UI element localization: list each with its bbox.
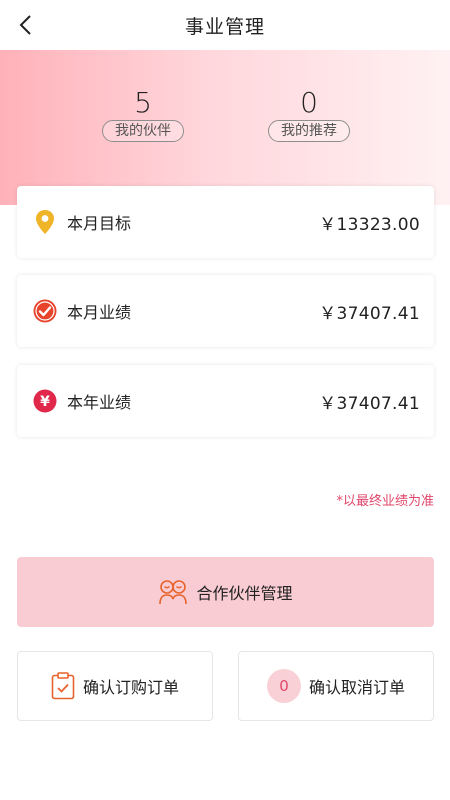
back-button[interactable] xyxy=(12,12,38,38)
yearly-performance-label: 本年业绩 xyxy=(67,393,132,412)
partners-label: 我的伙伴 xyxy=(102,120,184,142)
disclaimer-note: *以最终业绩为准 xyxy=(336,494,434,509)
svg-text:¥: ¥ xyxy=(40,394,50,410)
yen-circle-icon: ¥ xyxy=(33,389,57,413)
monthly-performance-amount: ￥37407.41 xyxy=(319,303,420,324)
confirm-order-button[interactable]: 确认订购订单 xyxy=(17,651,213,721)
location-pin-icon xyxy=(33,210,57,234)
recommend-stat[interactable]: 0 我的推荐 xyxy=(259,86,359,142)
confirm-cancel-button[interactable]: 0 确认取消订单 xyxy=(238,651,434,721)
navigation-bar: 事业管理 xyxy=(0,0,450,50)
recommend-label: 我的推荐 xyxy=(268,120,350,142)
page-title: 事业管理 xyxy=(184,15,265,38)
summary-banner: 5 我的伙伴 0 我的推荐 xyxy=(0,50,450,205)
partners-count: 5 xyxy=(134,86,152,119)
monthly-target-label: 本月目标 xyxy=(67,214,132,233)
recommend-count: 0 xyxy=(300,86,318,119)
chevron-left-icon xyxy=(19,15,31,35)
partner-management-label: 合作伙伴管理 xyxy=(196,584,293,603)
confirm-cancel-label: 确认取消订单 xyxy=(308,678,405,697)
partner-management-button[interactable]: 合作伙伴管理 xyxy=(17,557,434,627)
partners-icon xyxy=(159,580,188,605)
yearly-performance-amount: ￥37407.41 xyxy=(319,393,420,414)
check-circle-icon xyxy=(33,299,57,323)
clipboard-check-icon xyxy=(51,672,75,700)
partners-stat[interactable]: 5 我的伙伴 xyxy=(93,86,193,142)
monthly-performance-label: 本月业绩 xyxy=(67,303,132,322)
monthly-target-card: 本月目标 ￥13323.00 xyxy=(17,186,434,258)
cancel-count-badge: 0 xyxy=(266,669,301,703)
monthly-target-amount: ￥13323.00 xyxy=(319,214,420,235)
monthly-performance-card: 本月业绩 ￥37407.41 xyxy=(17,275,434,347)
confirm-order-label: 确认订购订单 xyxy=(82,678,179,697)
yearly-performance-card: ¥ 本年业绩 ￥37407.41 xyxy=(17,365,434,437)
